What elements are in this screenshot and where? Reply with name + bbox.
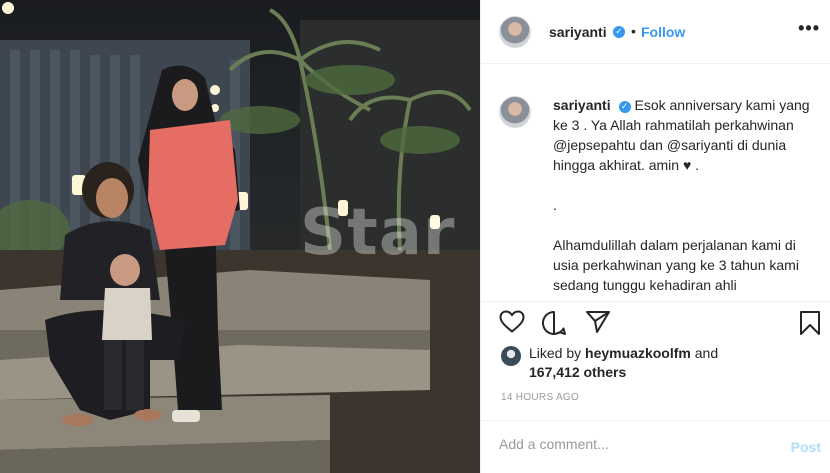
caption-line-1-end: . <box>691 157 700 173</box>
caption-text: sariyanti ✓ Esok anniversary kami yang ke… <box>553 95 813 295</box>
post-timestamp[interactable]: 14 HOURS AGO <box>501 392 579 403</box>
liker-username[interactable]: heymuazkoolfm <box>585 345 691 361</box>
caption-avatar[interactable] <box>499 96 531 128</box>
post-header: sariyanti ✓ • Follow ••• <box>481 0 830 64</box>
heart-outline-icon[interactable] <box>499 310 525 334</box>
comment-bubble-icon[interactable] <box>541 310 567 336</box>
post-photo[interactable]: Star <box>0 0 480 473</box>
more-options-icon[interactable]: ••• <box>798 18 820 39</box>
watermark-text: Star <box>300 196 456 270</box>
likes-and: and <box>694 345 719 361</box>
comment-box: Post <box>481 420 830 473</box>
caption-section[interactable]: sariyanti ✓ Esok anniversary kami yang ke… <box>481 64 830 302</box>
liker-avatar[interactable] <box>501 346 521 366</box>
caption-username[interactable]: sariyanti <box>553 97 611 113</box>
header-username[interactable]: sariyanti <box>549 24 607 40</box>
caption-line-2: . <box>553 197 557 213</box>
caption-line-3: Alhamdulillah dalam perjalanan kami di u… <box>553 237 799 293</box>
avatar[interactable] <box>499 16 531 48</box>
post-comment-button[interactable]: Post <box>791 439 821 455</box>
bookmark-icon[interactable] <box>799 310 821 336</box>
separator-dot: • <box>631 23 636 39</box>
likes-prefix: Liked by <box>529 345 582 361</box>
follow-button[interactable]: Follow <box>641 24 685 40</box>
post-sidebar: sariyanti ✓ • Follow ••• sariyanti ✓ Esok… <box>480 0 830 473</box>
likes-text: Liked by heymuazkoolfm and 167,412 other… <box>529 344 819 382</box>
likes-count[interactable]: 167,412 others <box>529 364 626 380</box>
paper-plane-icon[interactable] <box>585 310 611 334</box>
action-bar <box>481 306 830 340</box>
comment-input[interactable] <box>499 436 759 452</box>
verified-badge-icon: ✓ <box>613 26 625 38</box>
verified-badge-icon: ✓ <box>618 101 631 113</box>
